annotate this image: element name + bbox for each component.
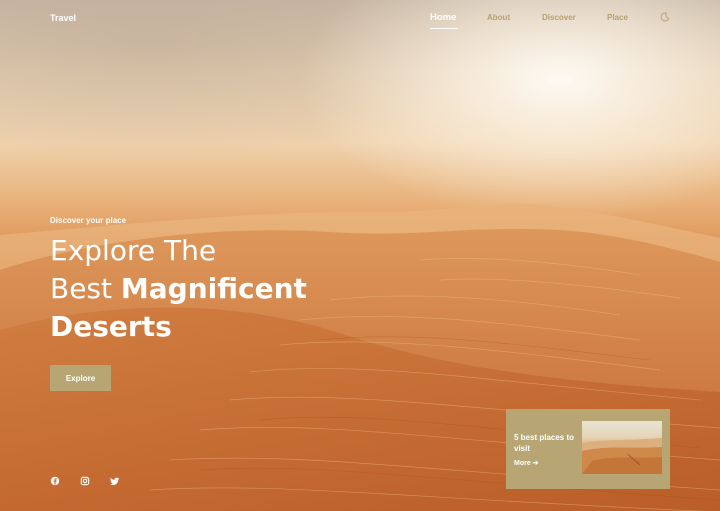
facebook-icon[interactable]: [50, 476, 60, 486]
moon-icon[interactable]: [660, 12, 670, 22]
nav-home[interactable]: Home: [430, 12, 456, 23]
hero-title-line2-light: Best: [50, 272, 113, 305]
nav-active-indicator: [430, 28, 458, 29]
hero-title-line3-bold: Deserts: [50, 310, 172, 343]
twitter-icon[interactable]: [110, 476, 120, 486]
hero-subtitle: Discover your place: [50, 216, 127, 225]
card-thumbnail: [582, 421, 662, 474]
hero-title-line1: Explore The: [50, 234, 217, 267]
card-title: 5 best places to visit: [514, 433, 575, 453]
instagram-icon[interactable]: [80, 476, 90, 486]
featured-card[interactable]: 5 best places to visit More ➔: [506, 409, 670, 489]
card-thumbnail-image: [582, 438, 662, 474]
hero-title: Explore The Best Magnificent Deserts: [50, 232, 370, 346]
main-nav: Home About Discover Place: [0, 12, 720, 29]
nav-place[interactable]: Place: [607, 13, 628, 22]
explore-button[interactable]: Explore: [50, 365, 111, 391]
card-more-link[interactable]: More ➔: [514, 459, 539, 467]
nav-about[interactable]: About: [487, 13, 510, 22]
hero-title-line2-bold: Magnificent: [120, 272, 307, 305]
nav-discover[interactable]: Discover: [542, 13, 576, 22]
